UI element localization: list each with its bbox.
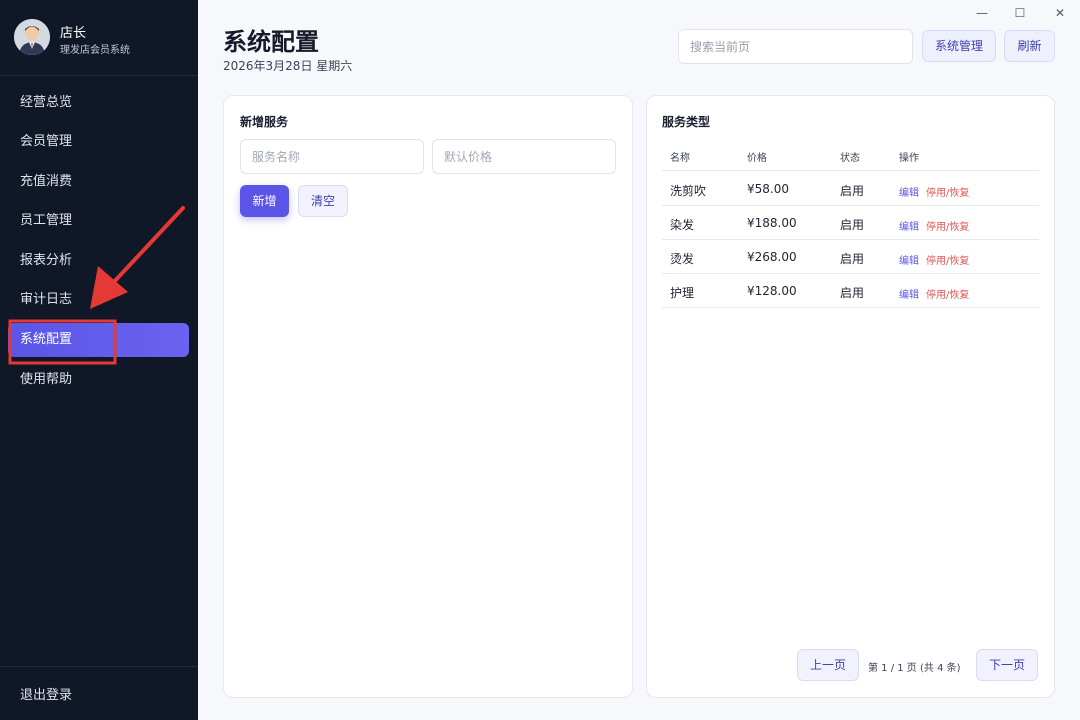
sidebar-item-overview[interactable]: 经营总览 (8, 86, 189, 120)
user-profile: 店长 理发店会员系统 (0, 0, 198, 76)
sidebar-item-help[interactable]: 使用帮助 (8, 363, 189, 397)
service-name: 洗剪吹 (670, 184, 707, 198)
column-header-name: 名称 (670, 153, 690, 164)
toggle-status-link[interactable]: 停用/恢复 (926, 252, 969, 267)
sidebar-item-settings[interactable]: 系统配置 (8, 323, 189, 357)
next-page-button[interactable]: 下一页 (976, 649, 1038, 681)
service-name: 染发 (670, 218, 695, 232)
app-subtitle: 理发店会员系统 (60, 45, 130, 56)
service-status: 启用 (840, 286, 865, 300)
service-status: 启用 (840, 252, 865, 266)
sidebar-item-members[interactable]: 会员管理 (8, 125, 189, 159)
sidebar-item-audit[interactable]: 审计日志 (8, 283, 189, 317)
sidebar-item-staff[interactable]: 员工管理 (8, 204, 189, 238)
add-service-title: 新增服务 (240, 115, 289, 129)
table-row: 染发 ¥188.00 启用 编辑 停用/恢复 (662, 206, 1039, 240)
service-price: ¥268.00 (747, 250, 797, 264)
service-status: 启用 (840, 184, 865, 198)
logout-button[interactable]: 退出登录 (20, 684, 72, 703)
table-header: 名称 价格 状态 操作 (662, 140, 1039, 171)
sidebar-divider (0, 666, 198, 667)
maximize-icon[interactable]: ☐ (1010, 6, 1030, 20)
sidebar: 店长 理发店会员系统 经营总览 会员管理 充值消费 员工管理 报表分析 审计日志… (0, 0, 198, 720)
default-price-input[interactable] (432, 139, 616, 174)
page-info: 第 1 / 1 页 (共 4 条) (868, 663, 961, 674)
page-title: 系统配置 (223, 28, 319, 56)
search-input[interactable] (678, 29, 913, 64)
service-types-title: 服务类型 (662, 115, 711, 129)
toggle-status-link[interactable]: 停用/恢复 (926, 184, 969, 199)
sidebar-item-recharge[interactable]: 充值消费 (8, 165, 189, 199)
toggle-status-link[interactable]: 停用/恢复 (926, 286, 969, 301)
minimize-icon[interactable]: — (972, 6, 992, 20)
add-service-button[interactable]: 新增 (240, 185, 289, 217)
column-header-price: 价格 (747, 153, 767, 164)
edit-link[interactable]: 编辑 (899, 252, 919, 267)
clear-button[interactable]: 清空 (298, 185, 348, 217)
refresh-button[interactable]: 刷新 (1004, 30, 1055, 62)
close-icon[interactable]: ✕ (1050, 6, 1070, 20)
service-price: ¥188.00 (747, 216, 797, 230)
system-manage-button[interactable]: 系统管理 (922, 30, 996, 62)
service-price: ¥128.00 (747, 284, 797, 298)
service-price: ¥58.00 (747, 182, 789, 196)
table-row: 洗剪吹 ¥58.00 启用 编辑 停用/恢复 (662, 172, 1039, 206)
user-name: 店长 (60, 26, 87, 41)
prev-page-button[interactable]: 上一页 (797, 649, 859, 681)
service-name: 烫发 (670, 252, 695, 266)
sidebar-item-reports[interactable]: 报表分析 (8, 244, 189, 278)
table-row: 烫发 ¥268.00 启用 编辑 停用/恢复 (662, 240, 1039, 274)
column-header-status: 状态 (840, 153, 860, 164)
toggle-status-link[interactable]: 停用/恢复 (926, 218, 969, 233)
edit-link[interactable]: 编辑 (899, 286, 919, 301)
page-date: 2026年3月28日 星期六 (223, 59, 353, 73)
service-name: 护理 (670, 286, 695, 300)
table-row: 护理 ¥128.00 启用 编辑 停用/恢复 (662, 274, 1039, 308)
edit-link[interactable]: 编辑 (899, 184, 919, 199)
column-header-actions: 操作 (899, 153, 919, 164)
edit-link[interactable]: 编辑 (899, 218, 919, 233)
service-name-input[interactable] (240, 139, 424, 174)
avatar (14, 19, 50, 55)
service-status: 启用 (840, 218, 865, 232)
